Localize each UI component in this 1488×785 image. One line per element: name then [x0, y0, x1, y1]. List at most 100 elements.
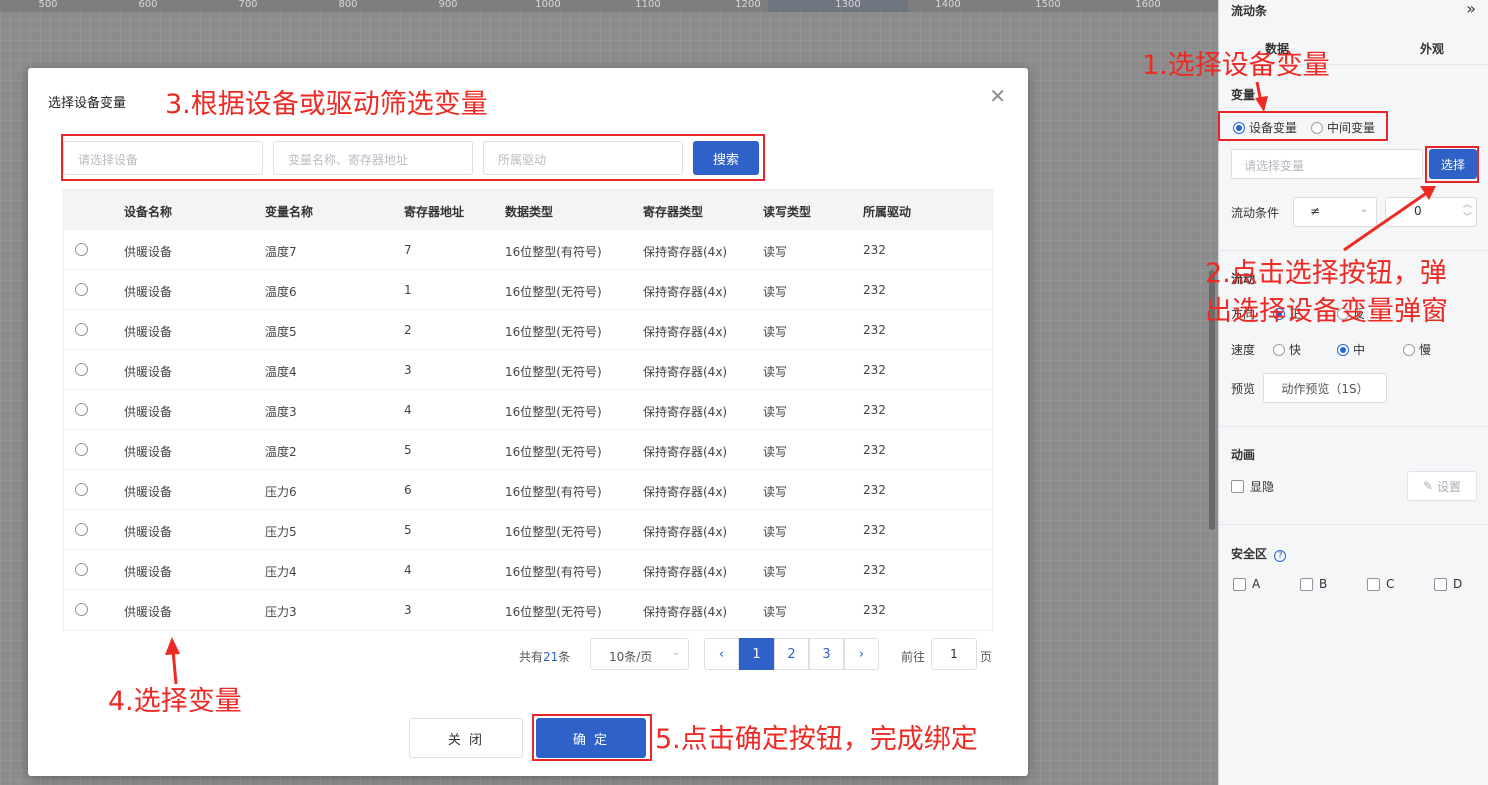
table-cell: 温度4	[265, 365, 297, 379]
safety-option-d[interactable]: D	[1434, 577, 1462, 591]
highlight-device-variable	[1218, 111, 1388, 141]
radio-speed-fast[interactable]: 快	[1273, 341, 1301, 358]
table-cell: 供暖设备	[124, 525, 173, 539]
table-cell: 16位整型(无符号)	[505, 285, 602, 299]
table-cell: 7	[404, 243, 412, 257]
table-cell: 供暖设备	[124, 565, 173, 579]
visibility-checkbox[interactable]: 显隐	[1231, 478, 1274, 495]
stepper-icon[interactable]: ︿ ﹀	[1463, 199, 1472, 225]
radio-speed-slow[interactable]: 慢	[1403, 341, 1431, 358]
safety-option-b[interactable]: B	[1300, 577, 1327, 591]
page-size-select[interactable]: 10条/页 ⌄	[590, 638, 689, 670]
table-cell: 读写	[763, 245, 788, 259]
table-cell: 温度7	[265, 245, 297, 259]
total-prefix: 共有	[519, 650, 544, 664]
safety-option-c[interactable]: C	[1367, 577, 1394, 591]
table-row[interactable]: 供暖设备 温度2 5 16位整型(无符号) 保持寄存器(4x) 读写 232	[64, 430, 992, 470]
row-radio[interactable]	[75, 283, 88, 296]
row-radio[interactable]	[75, 243, 88, 256]
radio-icon	[1337, 343, 1349, 356]
highlight-filter-bar	[61, 134, 765, 181]
table-cell: 保持寄存器(4x)	[643, 285, 728, 299]
table-row[interactable]: 供暖设备 温度7 7 16位整型(有符号) 保持寄存器(4x) 读写 232	[64, 230, 992, 270]
radio-label: 慢	[1419, 343, 1432, 357]
checkbox-icon	[1434, 577, 1447, 591]
table-cell: 供暖设备	[124, 605, 173, 619]
flow-condition-value[interactable]: 0 ︿ ﹀	[1385, 197, 1477, 227]
table-cell: 保持寄存器(4x)	[643, 245, 728, 259]
variable-table: 设备名称 变量名称 寄存器地址 数据类型 寄存器类型 读写类型 所属驱动 供暖设…	[63, 189, 993, 631]
table-cell: 温度3	[265, 405, 297, 419]
goto-page-input[interactable]: 1	[931, 638, 977, 670]
table-cell: 保持寄存器(4x)	[643, 525, 728, 539]
row-radio[interactable]	[75, 443, 88, 456]
table-row[interactable]: 供暖设备 压力4 4 16位整型(有符号) 保持寄存器(4x) 读写 232	[64, 550, 992, 590]
next-page-button[interactable]: ›	[844, 638, 879, 670]
page-button[interactable]: 1	[739, 638, 774, 670]
ruler-tick: 1400	[935, 0, 961, 10]
ruler-tick: 1200	[735, 0, 761, 10]
table-row[interactable]: 供暖设备 温度6 1 16位整型(无符号) 保持寄存器(4x) 读写 232	[64, 270, 992, 310]
radio-label: 中	[1353, 343, 1366, 357]
checkbox-label: B	[1319, 577, 1328, 591]
chevron-left-icon: ‹	[718, 646, 725, 662]
flow-condition-operator[interactable]: ≠ ⌄	[1293, 197, 1377, 227]
table-cell: 6	[404, 483, 412, 497]
table-cell: 5	[404, 523, 412, 537]
table-cell: 读写	[763, 405, 788, 419]
goto-label: 前往	[901, 650, 926, 664]
table-cell: 读写	[763, 445, 788, 459]
table-row[interactable]: 供暖设备 压力5 5 16位整型(无符号) 保持寄存器(4x) 读写 232	[64, 510, 992, 550]
annotation-step4: 4.选择变量	[108, 686, 242, 717]
table-cell: 保持寄存器(4x)	[643, 605, 728, 619]
tab-appearance[interactable]: 外观	[1420, 40, 1444, 57]
table-cell: 读写	[763, 325, 788, 339]
table-cell: 232	[863, 483, 886, 497]
animation-settings-button[interactable]: ✎ 设置	[1407, 471, 1477, 501]
variable-input[interactable]: 请选择变量	[1231, 149, 1423, 179]
horizontal-ruler: 500 600 700 800 900 1000 1100 1200 1300 …	[0, 0, 1218, 12]
divider	[1219, 426, 1488, 427]
table-cell: 3	[404, 363, 412, 377]
edit-icon: ✎	[1422, 479, 1434, 493]
table-cell: 读写	[763, 565, 788, 579]
table-cell: 保持寄存器(4x)	[643, 405, 728, 419]
row-radio[interactable]	[75, 523, 88, 536]
page-button[interactable]: 3	[809, 638, 844, 670]
table-cell: 5	[404, 443, 412, 457]
prev-page-button[interactable]: ‹	[704, 638, 739, 670]
variable-label: 变量	[1231, 88, 1256, 102]
checkbox-icon	[1367, 577, 1380, 591]
annotation-step1: 1.选择设备变量	[1142, 50, 1330, 81]
close-button[interactable]: 关 闭	[409, 718, 523, 758]
close-icon[interactable]: ✕	[989, 86, 1006, 106]
table-row[interactable]: 供暖设备 压力6 6 16位整型(有符号) 保持寄存器(4x) 读写 232	[64, 470, 992, 510]
table-body: 供暖设备 温度7 7 16位整型(有符号) 保持寄存器(4x) 读写 232 供暖设备 温度6 1…	[64, 230, 992, 630]
safety-option-a[interactable]: A	[1233, 577, 1260, 591]
help-icon[interactable]: ?	[1274, 550, 1287, 562]
chevron-right-icon: ›	[858, 646, 865, 662]
collapse-icon[interactable]: »	[1466, 0, 1476, 18]
table-row[interactable]: 供暖设备 温度5 2 16位整型(无符号) 保持寄存器(4x) 读写 232	[64, 310, 992, 350]
preview-button[interactable]: 动作预览（1S）	[1263, 373, 1387, 403]
column-header: 所属驱动	[863, 205, 912, 219]
row-radio[interactable]	[75, 603, 88, 616]
table-cell: 232	[863, 563, 886, 577]
radio-speed-medium[interactable]: 中	[1337, 341, 1365, 358]
table-row[interactable]: 供暖设备 压力3 3 16位整型(无符号) 保持寄存器(4x) 读写 232	[64, 590, 992, 630]
table-row[interactable]: 供暖设备 温度4 3 16位整型(无符号) 保持寄存器(4x) 读写 232	[64, 350, 992, 390]
flow-condition-label: 流动条件	[1231, 206, 1280, 220]
row-radio[interactable]	[75, 563, 88, 576]
row-radio[interactable]	[75, 363, 88, 376]
row-radio[interactable]	[75, 323, 88, 336]
row-radio[interactable]	[75, 403, 88, 416]
table-row[interactable]: 供暖设备 温度3 4 16位整型(无符号) 保持寄存器(4x) 读写 232	[64, 390, 992, 430]
table-cell: 供暖设备	[124, 325, 173, 339]
page-button[interactable]: 2	[774, 638, 809, 670]
row-radio[interactable]	[75, 483, 88, 496]
chevron-down-icon: ⌄	[1359, 204, 1368, 215]
table-cell: 压力5	[265, 525, 297, 539]
table-cell: 16位整型(无符号)	[505, 325, 602, 339]
table-cell: 16位整型(有符号)	[505, 245, 602, 259]
table-cell: 读写	[763, 605, 788, 619]
